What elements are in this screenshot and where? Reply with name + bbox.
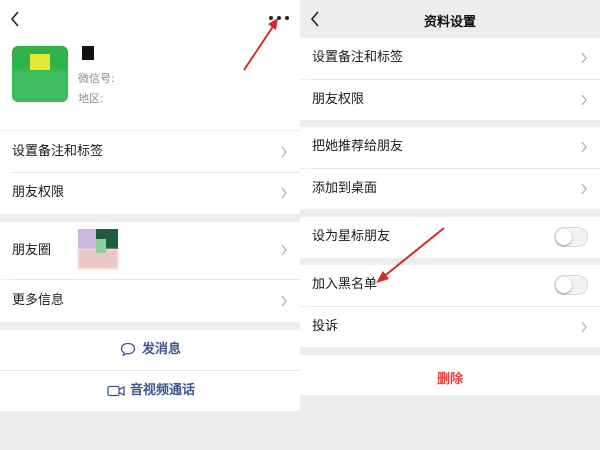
- remark-tags-label: 设置备注和标签: [12, 144, 104, 159]
- contact-profile-screen: 微信号: 地区: 设置备注和标签 朋友权限 朋友圈 更多信息 发消息 音视频通话: [0, 0, 300, 450]
- blacklist-toggle[interactable]: [554, 275, 588, 295]
- add-to-desktop-label: 添加到桌面: [312, 181, 378, 196]
- chevron-right-icon: [581, 52, 587, 64]
- chevron-right-icon: [281, 146, 287, 158]
- star-friend-label: 设为星标朋友: [312, 229, 391, 244]
- chevron-right-icon: [281, 244, 287, 256]
- chat-bubble-icon: [120, 342, 136, 357]
- settings-header: 资料设置: [300, 0, 600, 38]
- region-label: 地区:: [78, 92, 104, 105]
- recommend-to-friend-row[interactable]: 把她推荐给朋友: [300, 127, 600, 168]
- blacklist-label: 加入黑名单: [312, 277, 378, 292]
- settings-permissions-row[interactable]: 朋友权限: [300, 80, 600, 120]
- video-call-button[interactable]: 音视频通话: [0, 371, 300, 411]
- profile-settings-screen: 资料设置 设置备注和标签 朋友权限 把她推荐给朋友 添加到桌面 设为星标朋友 加…: [300, 0, 600, 450]
- avatar[interactable]: [12, 46, 68, 102]
- back-chevron-icon[interactable]: [10, 11, 20, 27]
- video-call-label: 音视频通话: [130, 383, 196, 398]
- moments-thumbnail: [78, 229, 118, 269]
- profile-header: 微信号: 地区:: [0, 0, 300, 130]
- star-friend-toggle[interactable]: [554, 227, 588, 247]
- chevron-right-icon: [581, 94, 587, 106]
- settings-remark-tags-row[interactable]: 设置备注和标签: [300, 38, 600, 79]
- more-info-row[interactable]: 更多信息: [0, 280, 300, 322]
- send-message-button[interactable]: 发消息: [0, 330, 300, 370]
- page-title: 资料设置: [423, 15, 476, 30]
- moments-row[interactable]: 朋友圈: [0, 222, 300, 279]
- chevron-right-icon: [581, 321, 587, 333]
- settings-permissions-label: 朋友权限: [312, 92, 365, 107]
- friend-permissions-row[interactable]: 朋友权限: [0, 173, 300, 214]
- settings-remark-tags-label: 设置备注和标签: [312, 50, 404, 65]
- wechat-id-label: 微信号:: [78, 72, 115, 85]
- delete-label[interactable]: 删除: [300, 368, 600, 387]
- contact-name-redacted: [82, 46, 94, 60]
- friend-permissions-label: 朋友权限: [12, 185, 65, 200]
- video-camera-icon: [107, 385, 125, 397]
- add-to-desktop-row[interactable]: 添加到桌面: [300, 169, 600, 209]
- chevron-right-icon: [581, 183, 587, 195]
- recommend-to-friend-label: 把她推荐给朋友: [312, 139, 404, 154]
- chevron-right-icon: [281, 295, 287, 307]
- more-info-label: 更多信息: [12, 293, 65, 308]
- chevron-right-icon: [281, 187, 287, 199]
- star-friend-row: 设为星标朋友: [300, 217, 600, 258]
- report-row[interactable]: 投诉: [300, 307, 600, 347]
- chevron-right-icon: [581, 141, 587, 153]
- send-message-label: 发消息: [142, 342, 182, 357]
- more-dots-icon[interactable]: [268, 14, 290, 22]
- blacklist-row: 加入黑名单: [300, 265, 600, 306]
- report-label: 投诉: [312, 319, 339, 334]
- moments-label: 朋友圈: [12, 243, 52, 258]
- remark-tags-row[interactable]: 设置备注和标签: [0, 131, 300, 173]
